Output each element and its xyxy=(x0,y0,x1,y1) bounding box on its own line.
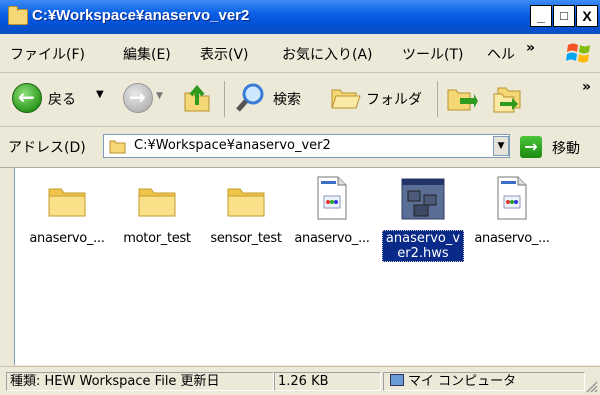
menu-view[interactable]: 表示(V) xyxy=(200,44,249,64)
minimize-button[interactable]: _ xyxy=(530,5,552,27)
maximize-button[interactable]: □ xyxy=(553,5,575,27)
address-label: アドレス(D) xyxy=(8,140,86,156)
document-icon xyxy=(497,176,527,220)
file-name: sensor_test xyxy=(210,231,282,246)
forward-dropdown-icon[interactable]: ▼ xyxy=(156,91,163,101)
window-title: C:¥Workspace¥anaservo_ver2 xyxy=(32,7,250,24)
back-dropdown-icon[interactable]: ▼ xyxy=(96,89,104,100)
folder-icon xyxy=(8,6,28,25)
close-button[interactable]: X xyxy=(576,5,598,27)
folder-icon xyxy=(227,188,265,217)
status-location-cell: マイ コンピュータ xyxy=(383,372,585,391)
file-name-selected: anaservo_v er2.hws xyxy=(382,230,464,262)
toolbar-separator xyxy=(437,81,438,117)
address-bar: アドレス(D) C:¥Workspace¥anaservo_ver2 ▼ → 移… xyxy=(0,127,600,168)
folders-icon xyxy=(331,89,361,109)
explorer-window: C:¥Workspace¥anaservo_ver2 _ □ X ファイル(F)… xyxy=(0,0,600,395)
menu-favorites[interactable]: お気に入り(A) xyxy=(282,44,373,64)
go-label: 移動 xyxy=(552,141,580,157)
workspace-icon xyxy=(401,178,445,220)
address-value: C:¥Workspace¥anaservo_ver2 xyxy=(134,138,331,153)
document-icon xyxy=(317,176,347,220)
back-label: 戻る xyxy=(48,92,76,108)
file-name-line1: anaservo_v xyxy=(385,231,461,246)
computer-icon xyxy=(390,374,404,386)
copy-to-icon[interactable] xyxy=(492,84,524,114)
status-bar: 種類: HEW Workspace File 更新日 1.26 KB マイ コン… xyxy=(0,366,600,395)
go-arrow-icon: → xyxy=(520,136,542,158)
folder-icon xyxy=(109,140,126,154)
status-location: マイ コンピュータ xyxy=(408,374,517,389)
menu-help[interactable]: ヘル xyxy=(487,44,515,64)
address-input[interactable]: C:¥Workspace¥anaservo_ver2 xyxy=(103,134,510,158)
back-arrow-icon: ← xyxy=(12,83,42,113)
status-size: 1.26 KB xyxy=(274,372,381,391)
file-name: anaservo_... xyxy=(29,231,105,246)
menu-overflow-chevron[interactable]: » xyxy=(526,40,535,56)
menu-file[interactable]: ファイル(F) xyxy=(10,44,85,64)
menu-tools[interactable]: ツール(T) xyxy=(402,44,463,64)
search-icon xyxy=(236,83,264,112)
file-name: motor_test xyxy=(123,231,191,246)
file-name-line2: er2.hws xyxy=(397,246,449,261)
folder-icon xyxy=(48,188,86,217)
address-dropdown-button[interactable]: ▼ xyxy=(493,136,509,156)
search-button[interactable]: 検索 xyxy=(235,82,315,116)
toolbar-separator xyxy=(224,81,225,117)
status-type: 種類: HEW Workspace File 更新日 xyxy=(6,372,274,391)
go-button[interactable]: → 移動 xyxy=(520,134,598,160)
menu-edit[interactable]: 編集(E) xyxy=(123,44,171,64)
forward-arrow-icon: → xyxy=(123,83,153,113)
title-bar[interactable]: C:¥Workspace¥anaservo_ver2 _ □ X xyxy=(0,0,600,34)
move-to-icon[interactable] xyxy=(446,84,478,114)
folders-label: フォルダ xyxy=(366,92,422,108)
toolbar: ← 戻る ▼ → ▼ 検索 フォルダ » xyxy=(0,73,600,127)
folders-button[interactable]: フォルダ xyxy=(330,82,430,116)
forward-button[interactable]: → ▼ xyxy=(123,82,173,116)
back-button[interactable]: ← 戻る ▼ xyxy=(8,82,120,116)
file-name: anaservo_... xyxy=(474,231,550,246)
file-name: anaservo_... xyxy=(294,231,370,246)
menu-bar: ファイル(F) 編集(E) 表示(V) お気に入り(A) ツール(T) ヘル » xyxy=(0,34,600,73)
up-folder-icon[interactable] xyxy=(181,83,213,115)
folder-icon xyxy=(138,188,176,217)
toolbar-overflow-chevron[interactable]: » xyxy=(582,79,591,95)
resize-grip-icon[interactable] xyxy=(586,381,598,393)
search-label: 検索 xyxy=(273,92,301,108)
windows-logo-icon xyxy=(566,43,590,63)
file-list: anaservo_... motor_test sensor_test anas… xyxy=(14,168,600,365)
